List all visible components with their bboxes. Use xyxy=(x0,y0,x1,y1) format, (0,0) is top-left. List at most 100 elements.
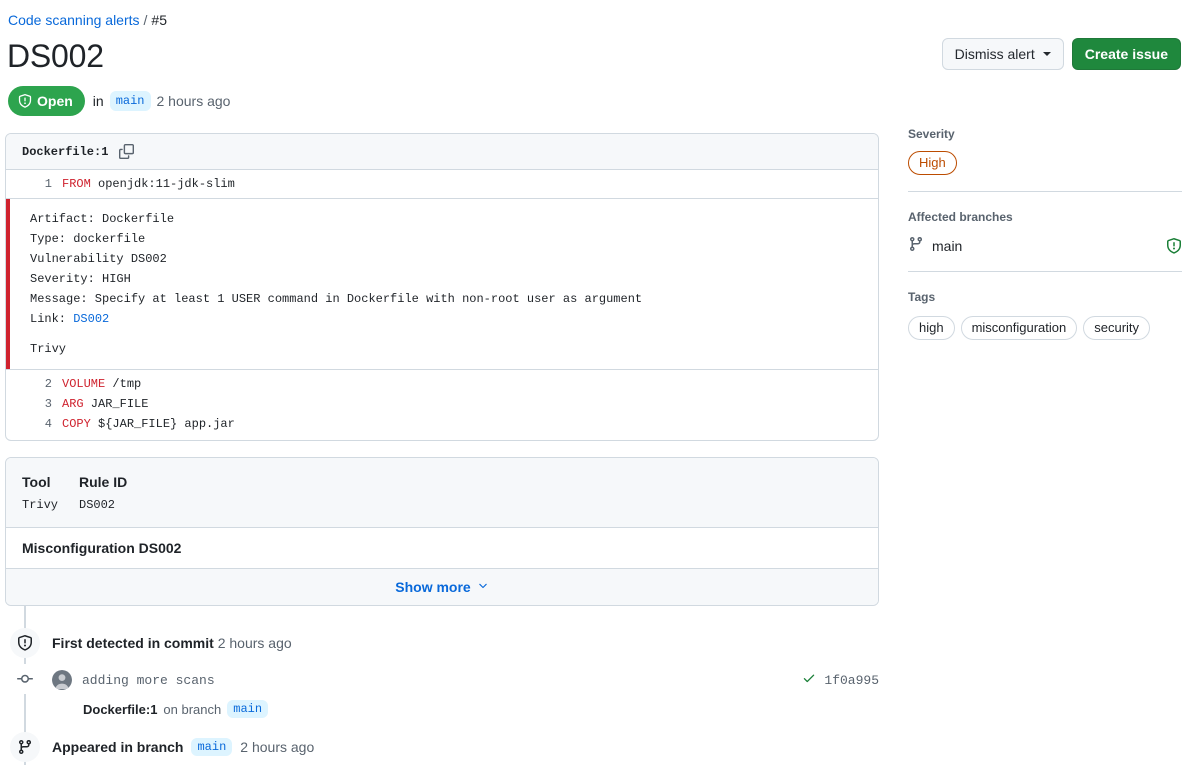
appeared-label: Appeared in branch xyxy=(52,739,184,755)
code-text: JAR_FILE xyxy=(83,397,149,411)
rule-tool-value: Trivy xyxy=(22,498,59,512)
code-line: 2 VOLUME /tmp xyxy=(6,374,878,394)
annotation-link[interactable]: DS002 xyxy=(73,312,109,326)
code-keyword: FROM xyxy=(62,177,91,191)
sidebar-section-branches: Affected branches main xyxy=(908,192,1182,272)
tag-item[interactable]: high xyxy=(908,316,955,340)
annotation-line: Artifact: Dockerfile xyxy=(30,212,175,226)
show-more-button[interactable]: Show more xyxy=(6,569,878,605)
appeared-branch-chip[interactable]: main xyxy=(191,738,233,756)
alert-branch-chip[interactable]: main xyxy=(109,91,151,111)
copy-icon[interactable] xyxy=(116,142,136,162)
line-content: ARG JAR_FILE xyxy=(62,394,148,414)
avatar[interactable] xyxy=(52,670,72,690)
commit-file-row: Dockerfile:1 on branch main xyxy=(52,700,879,718)
column-header-rule-id: Rule ID xyxy=(79,474,128,490)
line-number: 1 xyxy=(44,177,52,191)
rule-details-card: Tool Rule ID Trivy DS002 Misconfiguratio… xyxy=(5,457,879,606)
annotation-tool-name: Trivy xyxy=(30,342,67,356)
commit-sha-group: 1f0a995 xyxy=(802,671,879,689)
rule-title: Misconfiguration DS002 xyxy=(6,528,878,569)
commit-row: adding more scans 1f0a995 xyxy=(52,670,879,690)
code-text: ${JAR_FILE} app.jar xyxy=(90,417,235,431)
rule-summary: Tool Rule ID Trivy DS002 xyxy=(6,458,878,528)
tag-item[interactable]: misconfiguration xyxy=(960,316,1078,340)
annotation-spacer xyxy=(30,329,878,339)
status-badge-label: Open xyxy=(37,93,73,109)
breadcrumb-separator: / xyxy=(143,12,148,28)
breadcrumb: Code scanning alerts / #5 xyxy=(8,10,167,30)
shield-exclamation-icon xyxy=(18,94,32,108)
commit-message[interactable]: adding more scans xyxy=(72,673,215,688)
tags-heading: Tags xyxy=(908,290,936,304)
affected-branches-heading: Affected branches xyxy=(908,210,1013,224)
alert-state-row: Open in main 2 hours ago xyxy=(8,86,230,116)
code-text: /tmp xyxy=(105,377,142,391)
git-branch-icon xyxy=(10,732,40,762)
line-content: COPY ${JAR_FILE} app.jar xyxy=(62,414,235,434)
page-title: DS002 xyxy=(7,38,104,74)
code-line: 4 COPY ${JAR_FILE} app.jar xyxy=(6,414,878,434)
shield-exclamation-icon xyxy=(1166,237,1182,254)
sidebar-section-severity: Severity High xyxy=(908,125,1182,192)
line-content: VOLUME /tmp xyxy=(62,374,141,394)
annotation-line: Message: Specify at least 1 USER command… xyxy=(30,292,643,306)
alert-meta-in: in xyxy=(92,93,104,109)
annotation-line: Type: dockerfile xyxy=(30,232,146,246)
code-keyword: ARG xyxy=(62,397,84,411)
commit-on-branch-label: on branch xyxy=(163,701,222,717)
code-keyword: VOLUME xyxy=(62,377,106,391)
column-header-tool: Tool xyxy=(22,474,51,490)
code-preview-card: Dockerfile:1 1 FROM openjdk:11-jdk-slim … xyxy=(5,133,879,441)
dismiss-alert-label: Dismiss alert xyxy=(954,46,1035,62)
affected-branch-row[interactable]: main xyxy=(908,236,1182,255)
alert-time-ago: 2 hours ago xyxy=(156,93,231,109)
commit-branch-chip[interactable]: main xyxy=(227,700,269,718)
timeline-detected-text: First detected in commit 2 hours ago xyxy=(40,628,292,658)
breadcrumb-link-alerts[interactable]: Code scanning alerts xyxy=(8,12,140,28)
rule-id-value: DS002 xyxy=(79,498,116,512)
sidebar-section-tags: Tags high misconfiguration security xyxy=(908,272,1182,356)
code-scanning-alert-page: Code scanning alerts / #5 DS002 Dismiss al… xyxy=(0,0,1194,765)
alert-annotation: Artifact: Dockerfile Type: dockerfile Vu… xyxy=(6,198,878,370)
appeared-time: 2 hours ago xyxy=(240,739,315,755)
code-preview-header: Dockerfile:1 xyxy=(6,134,878,170)
tag-list: high misconfiguration security xyxy=(908,316,1182,340)
tag-item[interactable]: security xyxy=(1083,316,1151,340)
timeline-item-commit: adding more scans 1f0a995 Dockerfile:1 o… xyxy=(5,664,879,718)
create-issue-button[interactable]: Create issue xyxy=(1071,38,1181,70)
dismiss-alert-button[interactable]: Dismiss alert xyxy=(941,38,1064,70)
alert-sidebar: Severity High Affected branches main Tag… xyxy=(908,125,1182,356)
git-branch-icon xyxy=(908,236,924,255)
alert-timeline: First detected in commit 2 hours ago add… xyxy=(5,606,879,765)
line-number: 3 xyxy=(44,397,52,411)
commit-file-name: Dockerfile:1 xyxy=(83,701,158,717)
line-content: FROM openjdk:11-jdk-slim xyxy=(62,174,235,194)
code-line: 1 FROM openjdk:11-jdk-slim xyxy=(6,174,878,194)
line-number: 2 xyxy=(44,377,52,391)
code-lines-before: 1 FROM openjdk:11-jdk-slim xyxy=(6,170,878,198)
chevron-down-icon xyxy=(1042,52,1051,56)
annotation-link-prefix: Link: xyxy=(30,312,74,326)
commit-dot-icon xyxy=(10,664,40,694)
code-file-name: Dockerfile:1 xyxy=(22,144,109,159)
appeared-block: Appeared in branch main 2 hours ago Secu… xyxy=(40,732,879,765)
commit-block: adding more scans 1f0a995 Dockerfile:1 o… xyxy=(40,664,879,718)
rule-grid: Tool Rule ID Trivy DS002 xyxy=(22,472,862,515)
timeline-item-detected: First detected in commit 2 hours ago xyxy=(5,628,879,658)
breadcrumb-alert-number: #5 xyxy=(151,12,167,28)
severity-badge: High xyxy=(908,151,957,175)
line-number: 4 xyxy=(44,417,52,431)
affected-branch-name: main xyxy=(932,237,963,254)
code-lines-after: 2 VOLUME /tmp 3 ARG JAR_FILE 4 COPY ${JA… xyxy=(6,370,878,440)
code-text: openjdk:11-jdk-slim xyxy=(90,177,235,191)
annotation-line: Vulnerability DS002 xyxy=(30,252,167,266)
check-icon xyxy=(802,671,816,689)
status-badge: Open xyxy=(8,86,85,116)
commit-sha[interactable]: 1f0a995 xyxy=(824,673,879,688)
code-line: 3 ARG JAR_FILE xyxy=(6,394,878,414)
annotation-link-line: Link: DS002 xyxy=(30,309,878,329)
timeline-item-appeared: Appeared in branch main 2 hours ago Secu… xyxy=(5,732,879,765)
annotation-line: Severity: HIGH xyxy=(30,272,131,286)
severity-heading: Severity xyxy=(908,127,955,141)
